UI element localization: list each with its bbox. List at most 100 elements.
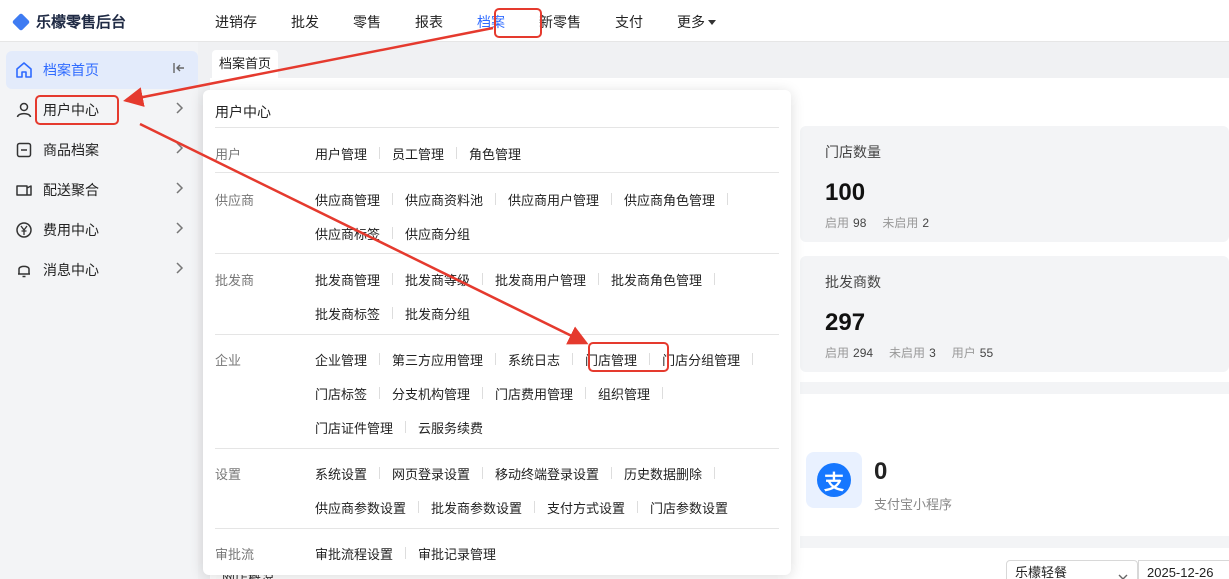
divider <box>405 421 407 433</box>
user-center-menu-panel: 用户中心 用户 用户管理 员工管理 角色管理 供应商 供应商管理 供应商资料池 … <box>203 90 791 575</box>
menu-user-management[interactable]: 用户管理 <box>315 144 367 163</box>
menu-wholesaler-roles[interactable]: 批发商角色管理 <box>611 270 702 289</box>
highlight-box-store-management <box>588 342 669 372</box>
brand-select-value: 乐檬轻餐 <box>1015 565 1068 579</box>
menu-mobile-login-settings[interactable]: 移动终端登录设置 <box>495 464 599 483</box>
sidebar-item-delivery[interactable]: 配送聚合 <box>6 171 198 209</box>
menu-branch-management[interactable]: 分支机构管理 <box>392 384 470 403</box>
alipay-icon: 支 <box>817 463 851 497</box>
wholesaler-count-card: 批发商数 297 启用 294 未启用 3 用户 55 <box>800 256 1229 372</box>
chevron-right-icon <box>174 101 186 118</box>
menu-role-management[interactable]: 角色管理 <box>469 144 521 163</box>
menu-wholesaler-params[interactable]: 批发商参数设置 <box>431 498 522 517</box>
divider <box>215 528 779 529</box>
divider <box>611 467 613 479</box>
menu-payment-methods[interactable]: 支付方式设置 <box>547 498 625 517</box>
stat-disabled-label: 未启用 <box>889 346 926 360</box>
divider <box>392 227 394 239</box>
date-picker[interactable]: 2025-12-26 <box>1138 560 1229 579</box>
menu-supplier-params[interactable]: 供应商参数设置 <box>315 498 406 517</box>
divider <box>405 547 407 559</box>
divider <box>714 273 716 285</box>
menu-history-delete[interactable]: 历史数据删除 <box>624 464 702 483</box>
menu-wholesaler-users[interactable]: 批发商用户管理 <box>495 270 586 289</box>
stat-users-value: 55 <box>979 346 994 360</box>
menu-wholesaler-levels[interactable]: 批发商等级 <box>405 270 470 289</box>
app-logo[interactable]: 乐檬零售后台 <box>11 11 127 32</box>
divider <box>392 273 394 285</box>
sidebar-item-goods[interactable]: 商品档案 <box>6 131 198 169</box>
group-label-enterprise: 企业 <box>215 353 242 368</box>
nav-item-more[interactable]: 更多 <box>660 0 733 42</box>
menu-supplier-pool[interactable]: 供应商资料池 <box>405 190 483 209</box>
menu-store-groups[interactable]: 门店分组管理 <box>662 350 740 369</box>
menu-supplier-users[interactable]: 供应商用户管理 <box>508 190 599 209</box>
menu-row: 批发商标签 批发商分组 <box>315 303 470 323</box>
sidebar-item-archive-home[interactable]: 档案首页 <box>6 51 198 89</box>
goods-icon <box>14 140 34 160</box>
menu-store-tags[interactable]: 门店标签 <box>315 384 367 403</box>
stat-enabled-label: 启用 <box>825 216 850 230</box>
nav-item-reports[interactable]: 报表 <box>398 0 460 42</box>
menu-enterprise-management[interactable]: 企业管理 <box>315 350 367 369</box>
divider <box>585 387 587 399</box>
divider <box>392 193 394 205</box>
menu-row: 审批流程设置 审批记录管理 <box>315 543 496 563</box>
menu-organization[interactable]: 组织管理 <box>598 384 650 403</box>
sidebar-item-messages[interactable]: 消息中心 <box>6 251 198 289</box>
sidebar-item-expense[interactable]: 费用中心 <box>6 211 198 249</box>
divider <box>572 353 574 365</box>
caret-down-icon <box>708 20 716 25</box>
menu-web-login-settings[interactable]: 网页登录设置 <box>392 464 470 483</box>
menu-wholesaler-groups[interactable]: 批发商分组 <box>405 304 470 323</box>
stat-value: 297 <box>825 309 866 336</box>
nav-item-wholesale[interactable]: 批发 <box>274 0 336 42</box>
menu-system-settings[interactable]: 系统设置 <box>315 464 367 483</box>
section-divider <box>800 536 1229 548</box>
menu-approval-records[interactable]: 审批记录管理 <box>418 544 496 563</box>
menu-row: 系统设置 网页登录设置 移动终端登录设置 历史数据删除 <box>315 463 727 483</box>
stat-users-label: 用户 <box>951 346 976 360</box>
menu-wholesaler-tags[interactable]: 批发商标签 <box>315 304 380 323</box>
group-label-settings: 设置 <box>215 467 242 482</box>
chevron-right-icon <box>174 141 186 158</box>
tab-archive-home[interactable]: 档案首页 <box>212 50 279 78</box>
alipay-app-icon[interactable]: 支 <box>806 452 862 508</box>
menu-store-expenses[interactable]: 门店费用管理 <box>495 384 573 403</box>
menu-cloud-renewal[interactable]: 云服务续费 <box>418 418 483 437</box>
app-title: 乐檬零售后台 <box>36 14 127 31</box>
menu-system-log[interactable]: 系统日志 <box>508 350 560 369</box>
menu-supplier-tags[interactable]: 供应商标签 <box>315 224 380 243</box>
menu-row: 门店证件管理 云服务续费 <box>315 417 483 437</box>
divider <box>215 127 779 128</box>
menu-wholesaler-management[interactable]: 批发商管理 <box>315 270 380 289</box>
menu-approval-flow-settings[interactable]: 审批流程设置 <box>315 544 393 563</box>
sidebar-item-label: 配送聚合 <box>43 182 99 198</box>
menu-supplier-groups[interactable]: 供应商分组 <box>405 224 470 243</box>
menu-store-params[interactable]: 门店参数设置 <box>650 498 728 517</box>
nav-item-payment[interactable]: 支付 <box>598 0 660 42</box>
menu-third-party-apps[interactable]: 第三方应用管理 <box>392 350 483 369</box>
menu-row: 批发商管理 批发商等级 批发商用户管理 批发商角色管理 <box>315 269 727 289</box>
divider <box>482 467 484 479</box>
divider <box>215 172 779 173</box>
bell-icon <box>14 260 34 280</box>
divider <box>611 193 613 205</box>
stat-disabled-label: 未启用 <box>882 216 919 230</box>
collapse-icon[interactable] <box>172 61 186 78</box>
stat-title: 批发商数 <box>825 274 881 290</box>
divider <box>495 353 497 365</box>
logo-icon <box>11 12 31 31</box>
nav-item-inventory[interactable]: 进销存 <box>198 0 274 42</box>
highlight-box-user-center <box>35 95 119 125</box>
brand-select[interactable]: 乐檬轻餐 <box>1006 560 1138 579</box>
stat-disabled-value: 2 <box>922 216 930 230</box>
chevron-right-icon <box>174 261 186 278</box>
menu-staff-management[interactable]: 员工管理 <box>392 144 444 163</box>
menu-supplier-roles[interactable]: 供应商角色管理 <box>624 190 715 209</box>
menu-store-licenses[interactable]: 门店证件管理 <box>315 418 393 437</box>
nav-item-retail[interactable]: 零售 <box>336 0 398 42</box>
menu-supplier-management[interactable]: 供应商管理 <box>315 190 380 209</box>
divider <box>482 387 484 399</box>
sidebar-item-label: 消息中心 <box>43 262 99 278</box>
